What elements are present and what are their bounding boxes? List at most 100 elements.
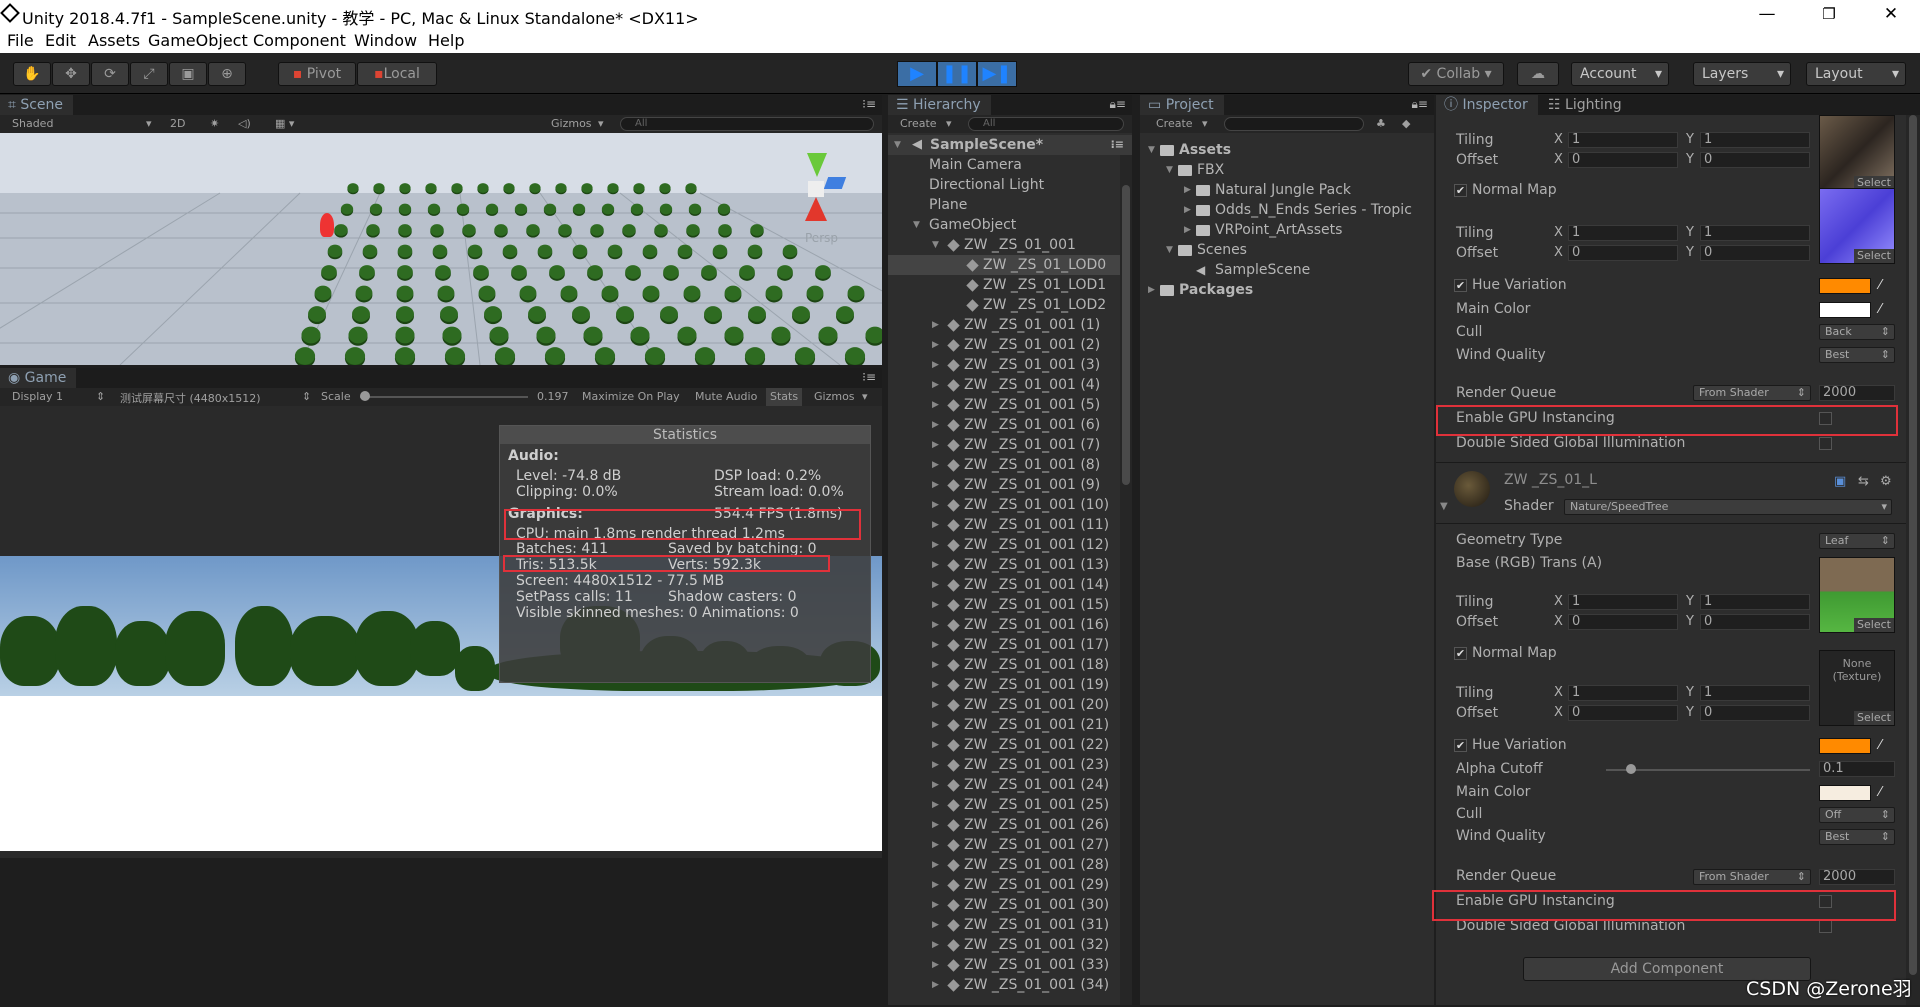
chevron-right-icon[interactable]: ▶ [932,735,939,755]
hue-variation-checkbox[interactable]: ✔ [1454,279,1467,292]
gizmos-dropdown[interactable]: Gizmos [551,117,592,130]
render-queue-field[interactable]: 2000 [1819,385,1895,401]
chevron-right-icon[interactable]: ▶ [932,675,939,695]
scene-tree[interactable] [347,183,359,193]
project-item[interactable]: ▼ FBX [1140,160,1434,180]
scene-tree[interactable] [396,306,414,322]
tiling-x-field[interactable]: 1 [1568,594,1678,610]
chevron-right-icon[interactable]: ▶ [932,395,939,415]
scene-tree[interactable] [321,265,337,279]
hierarchy-item[interactable]: ▶ ZW _ZS_01_001 (21) [888,715,1132,735]
offset-x-field[interactable]: 0 [1568,152,1678,168]
tab-project[interactable]: ▭ Project [1140,95,1224,115]
offset-x-field[interactable]: 0 [1568,614,1678,630]
select-button[interactable]: Select [1854,711,1894,725]
scene-tree[interactable] [771,326,791,344]
scene-tree[interactable] [473,265,489,279]
scene-tree[interactable] [685,183,697,193]
scene-tree[interactable] [677,244,693,258]
scene-tree[interactable] [536,326,556,344]
tiling-y-field[interactable]: 1 [1700,594,1810,610]
scene-tree[interactable] [642,285,660,301]
minimize-button[interactable]: — [1744,0,1790,29]
normal-map-checkbox[interactable]: ✔ [1454,647,1467,660]
scene-tree[interactable] [844,347,866,365]
scene-tree[interactable] [806,285,824,301]
chevron-right-icon[interactable]: ▶ [932,495,939,515]
chevron-right-icon[interactable]: ▶ [932,855,939,875]
scene-tree[interactable] [456,203,470,215]
scene-tree[interactable] [587,265,603,279]
hierarchy-item[interactable]: ▶ ZW _ZS_01_001 (3) [888,355,1132,375]
cull-dropdown[interactable]: Off ⇕ [1819,807,1895,823]
chevron-down-icon[interactable]: ▼ [1166,240,1173,260]
display-dropdown[interactable]: Display 1 [12,390,63,403]
scene-tree[interactable] [782,244,798,258]
hierarchy-item[interactable]: ▶ ZW _ZS_01_001 (1) [888,315,1132,335]
chevron-right-icon[interactable]: ▶ [932,475,939,495]
chevron-right-icon[interactable]: ▶ [1184,220,1191,240]
scene-tree[interactable] [747,244,763,258]
hierarchy-item[interactable]: ▶ ZW _ZS_01_001 (26) [888,815,1132,835]
scene-tree[interactable] [352,306,370,322]
scene-tree[interactable] [677,326,697,344]
scene-tree[interactable] [301,326,321,344]
tiling-x-field[interactable]: 1 [1568,685,1678,701]
chevron-right-icon[interactable]: ▶ [932,595,939,615]
scene-tree[interactable] [514,203,528,215]
scene-tree[interactable] [314,285,332,301]
layout-dropdown[interactable]: Layout ▾ [1806,62,1906,86]
scene-tree[interactable] [594,347,616,365]
hierarchy-item[interactable]: ▶ ZW _ZS_01_001 (22) [888,735,1132,755]
chevron-right-icon[interactable]: ▶ [932,795,939,815]
close-button[interactable]: ✕ [1868,0,1914,29]
scene-tree[interactable] [359,265,375,279]
hierarchy-item[interactable]: ▶ ZW _ZS_01_001 (32) [888,935,1132,955]
gizmo-center-icon[interactable] [808,181,824,197]
scene-tree[interactable] [794,347,816,365]
cloud-button[interactable]: ☁ [1517,62,1559,86]
offset-y-field[interactable]: 0 [1700,245,1810,261]
select-button[interactable]: Select [1854,618,1894,632]
scene-tree[interactable] [549,265,565,279]
stats-toggle[interactable]: Stats [766,388,803,406]
hierarchy-item[interactable]: ▶ ZW _ZS_01_001 (7) [888,435,1132,455]
hierarchy-item[interactable]: ▶ ZW _ZS_01_001 (29) [888,875,1132,895]
hierarchy-item[interactable]: ▶ ZW _ZS_01_001 (16) [888,615,1132,635]
gizmos-toggle[interactable]: Gizmos [814,390,855,403]
hierarchy-item[interactable]: ▶ ZW _ZS_01_001 (2) [888,335,1132,355]
scene-tree[interactable] [394,347,416,365]
move-tool-icon[interactable]: ✥ [52,62,90,86]
hierarchy-item[interactable]: ZW _ZS_01_LOD2 [888,295,1132,315]
hierarchy-item[interactable]: ▶ ZW _ZS_01_001 (28) [888,855,1132,875]
scene-tree[interactable] [462,224,476,236]
scene-tree[interactable] [659,183,671,193]
chevron-right-icon[interactable]: ▶ [932,515,939,535]
scene-tree[interactable] [836,306,854,322]
book-icon[interactable]: ▣ [1834,474,1846,489]
project-search-input[interactable] [1224,117,1364,131]
cull-dropdown[interactable]: Back ⇕ [1819,324,1895,340]
chevron-right-icon[interactable]: ▶ [932,815,939,835]
scene-tree[interactable] [717,203,731,215]
chevron-right-icon[interactable]: ▶ [932,835,939,855]
effects-toggle-icon[interactable]: ▦ ▾ [275,117,294,130]
scene-tree[interactable] [503,183,515,193]
select-button[interactable]: Select [1854,249,1894,263]
scene-tree[interactable] [478,285,496,301]
scene-tree[interactable] [572,244,588,258]
hierarchy-item[interactable]: ▶ ZW _ZS_01_001 (4) [888,375,1132,395]
hand-tool-icon[interactable]: ✋ [13,62,51,86]
scene-tree[interactable] [467,244,483,258]
chevron-right-icon[interactable]: ▶ [932,915,939,935]
eyedropper-icon[interactable]: ⁄ [1879,302,1881,317]
hierarchy-scrollbar[interactable] [1120,155,1132,1005]
transform-tool-icon[interactable]: ⊕ [208,62,246,86]
play-button[interactable]: ▶ [897,61,937,87]
scene-tree[interactable] [718,224,732,236]
chevron-down-icon[interactable]: ▼ [913,215,920,235]
hierarchy-item[interactable]: ▶ ZW _ZS_01_001 (25) [888,795,1132,815]
menu-help[interactable]: Help [428,31,464,50]
scene-tree[interactable] [397,265,413,279]
hierarchy-item[interactable]: ▶ ZW _ZS_01_001 (13) [888,555,1132,575]
